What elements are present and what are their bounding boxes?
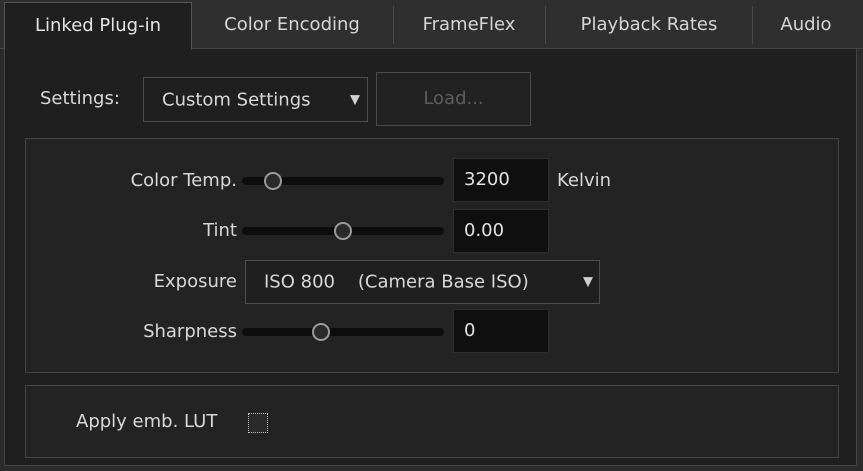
sharpness-slider-track[interactable] <box>242 328 444 336</box>
exposure-dropdown-value: ISO 800 (Camera Base ISO) <box>264 271 529 293</box>
color-temp-label: Color Temp. <box>130 170 237 191</box>
sharpness-slider-thumb[interactable] <box>311 323 330 341</box>
apply-emb-lut-label: Apply emb. LUT <box>76 411 218 432</box>
settings-label: Settings: <box>40 88 120 109</box>
color-temp-field[interactable]: 3200 <box>453 158 549 202</box>
tab-audio[interactable]: Audio <box>753 2 859 48</box>
tab-color-encoding[interactable]: Color Encoding <box>192 2 392 48</box>
tab-playback-rates[interactable]: Playback Rates <box>546 2 752 48</box>
color-temp-slider-thumb[interactable] <box>264 172 283 190</box>
chevron-down-icon: ▼ <box>350 92 360 107</box>
tint-slider-thumb[interactable] <box>334 222 352 240</box>
settings-dropdown[interactable]: Custom Settings ▼ <box>143 77 368 122</box>
sharpness-field[interactable]: 0 <box>453 309 549 353</box>
exposure-dropdown[interactable]: ISO 800 (Camera Base ISO) ▼ <box>245 260 600 304</box>
settings-dropdown-value: Custom Settings <box>162 89 311 110</box>
apply-emb-lut-checkbox[interactable] <box>248 413 268 433</box>
sharpness-label: Sharpness <box>143 321 237 342</box>
kelvin-unit-label: Kelvin <box>557 170 612 191</box>
exposure-label: Exposure <box>153 271 237 292</box>
tab-bar: Linked Plug-in Color Encoding FrameFlex … <box>0 0 863 50</box>
tab-linked-plug-in[interactable]: Linked Plug-in <box>4 2 192 50</box>
load-button[interactable]: Load... <box>376 72 531 126</box>
tab-frameflex[interactable]: FrameFlex <box>394 2 544 48</box>
tint-field[interactable]: 0.00 <box>453 209 549 253</box>
chevron-down-icon: ▼ <box>583 274 593 290</box>
tint-label: Tint <box>203 220 237 241</box>
